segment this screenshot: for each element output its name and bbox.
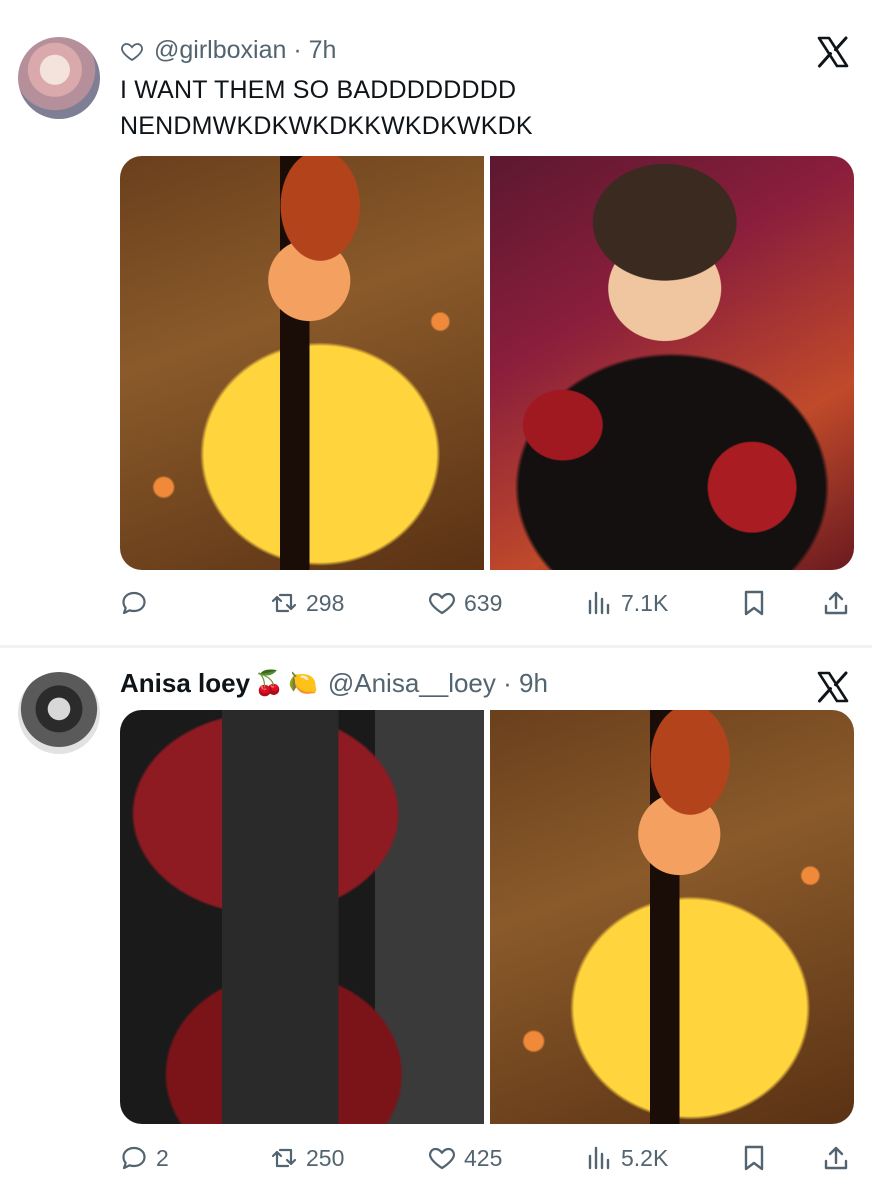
reply-count: 2 [156,1144,169,1171]
action-bar: 298 639 7.1K [120,583,860,623]
avatar[interactable] [18,37,100,119]
timestamp[interactable]: 9h [519,668,548,699]
bookmark-icon [744,590,764,616]
heart-icon [121,42,143,61]
photo-yellow-shirt[interactable] [490,710,854,1124]
views-count: 7.1K [621,589,669,616]
retweet-icon [271,1148,297,1168]
retweet-count: 298 [306,589,345,616]
views-button[interactable]: 7.1K [585,583,668,623]
media-grid [120,710,854,1124]
cherry-emoji: 🍒 [254,670,284,697]
photo-red-jacket[interactable] [120,710,484,1124]
tweet-text-line: NENDMWKDKWKDKKWKDKWKDK [120,112,533,140]
avatar[interactable] [18,672,100,754]
x-logo-icon[interactable] [816,670,850,704]
x-logo-icon[interactable] [816,35,850,69]
like-button[interactable]: 639 [428,583,502,623]
bookmark-button[interactable] [740,583,768,623]
views-button[interactable]: 5.2K [585,1138,668,1178]
photo-yellow-shirt[interactable] [120,156,484,570]
like-count: 639 [464,589,503,616]
retweet-button[interactable]: 298 [270,583,344,623]
tweet-header: Anisa loey 🍒 🍋 @Anisa__loey · 9h [120,668,548,699]
display-name[interactable]: Anisa loey [120,668,250,699]
share-icon [824,1146,848,1170]
reply-bubble-icon [122,591,146,615]
like-button[interactable]: 425 [428,1138,502,1178]
tweet-header: @girlboxian · 7h [120,36,336,65]
retweet-button[interactable]: 250 [270,1138,344,1178]
heart-icon [429,592,455,615]
share-icon [824,591,848,615]
reply-button[interactable]: 2 [120,1138,169,1178]
timestamp[interactable]: 7h [309,36,337,65]
separator-dot: · [286,36,309,64]
separator-dot: · [495,668,520,698]
tweet-text-line: I WANT THEM SO BADDDDDDDD [120,76,517,104]
heart-icon [429,1147,455,1170]
reply-button[interactable] [120,583,156,623]
share-button[interactable] [822,583,850,623]
media-grid [120,156,854,570]
lemon-emoji: 🍋 [287,670,318,697]
action-bar: 2 250 425 5.2K [120,1138,860,1178]
retweet-count: 250 [306,1144,345,1171]
reply-bubble-icon [122,1146,146,1170]
tweet-text: I WANT THEM SO BADDDDDDDD NENDMWKDKWKDKK… [120,72,533,144]
tweet-2[interactable]: Anisa loey 🍒 🍋 @Anisa__loey · 9h 2 250 4… [0,648,872,1200]
bookmark-icon [744,1145,764,1171]
views-count: 5.2K [621,1144,669,1171]
photo-black-jacket[interactable] [490,156,854,570]
user-handle[interactable]: @Anisa__loey [328,668,496,699]
bookmark-button[interactable] [740,1138,768,1178]
user-handle[interactable]: @girlboxian [154,36,286,65]
views-bar-icon [588,591,610,615]
tweet-1[interactable]: @girlboxian · 7h I WANT THEM SO BADDDDDD… [0,0,872,645]
views-bar-icon [588,1146,610,1170]
like-count: 425 [464,1144,503,1171]
retweet-icon [271,593,297,613]
share-button[interactable] [822,1138,850,1178]
